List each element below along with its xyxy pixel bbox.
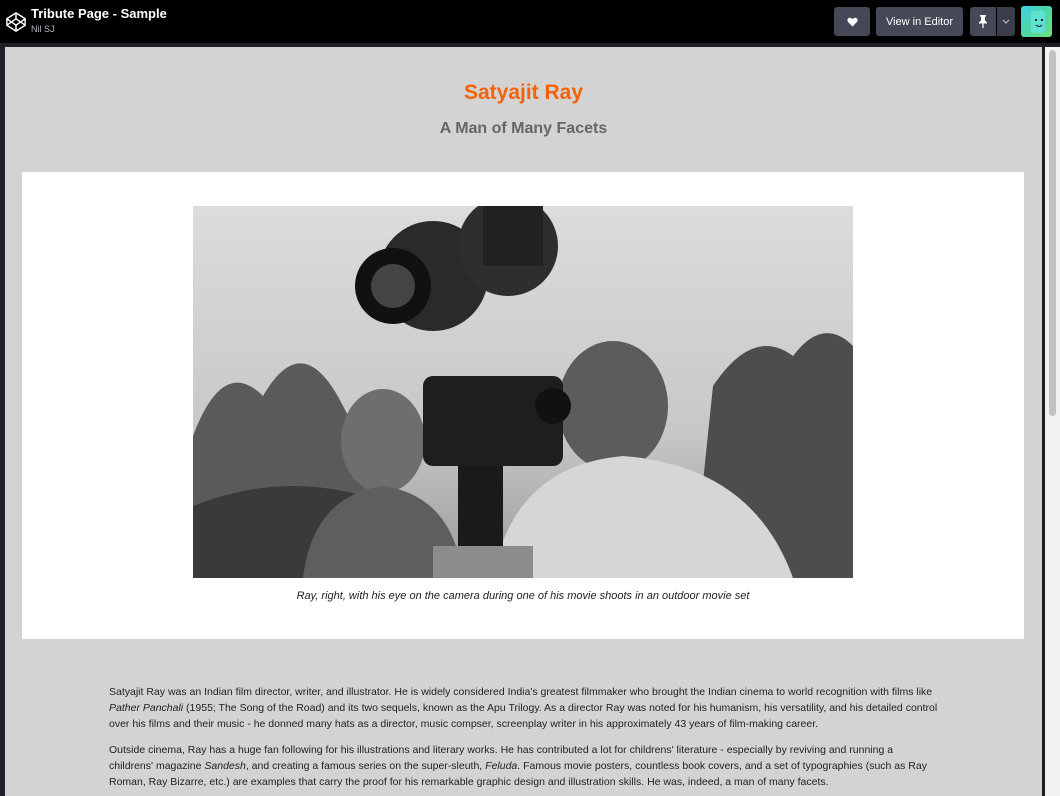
heart-button[interactable] <box>834 7 870 36</box>
avatar[interactable] <box>1021 6 1052 37</box>
chevron-down-icon <box>1002 19 1010 24</box>
top-bar: Tribute Page - Sample Nil SJ View in Edi… <box>0 0 1060 43</box>
bio-paragraph: Satyajit Ray was an Indian film director… <box>109 686 938 730</box>
avatar-face-icon <box>1031 11 1045 33</box>
codepen-logo-icon[interactable] <box>5 11 27 33</box>
pen-title: Tribute Page - Sample <box>31 6 167 21</box>
heart-icon <box>846 17 858 27</box>
view-in-editor-button[interactable]: View in Editor <box>876 7 963 36</box>
preview-viewport: Satyajit Ray A Man of Many Facets Ray, r… <box>5 47 1042 796</box>
page-subtitle: A Man of Many Facets <box>439 120 608 137</box>
tribute-photo <box>193 206 853 578</box>
biography: Satyajit Ray was an Indian film director… <box>109 684 939 796</box>
pin-icon <box>979 15 987 28</box>
page-title: Satyajit Ray <box>463 81 584 104</box>
bio-paragraph: Outside cinema, Ray has a huge fan follo… <box>109 744 927 788</box>
image-caption: Ray, right, with his eye on the camera d… <box>296 590 750 602</box>
image-card: Ray, right, with his eye on the camera d… <box>22 172 1024 639</box>
pin-button[interactable] <box>970 7 996 36</box>
pen-author[interactable]: Nil SJ <box>31 24 55 34</box>
scrollbar-thumb[interactable] <box>1049 50 1056 416</box>
pin-options-button[interactable] <box>997 7 1015 36</box>
